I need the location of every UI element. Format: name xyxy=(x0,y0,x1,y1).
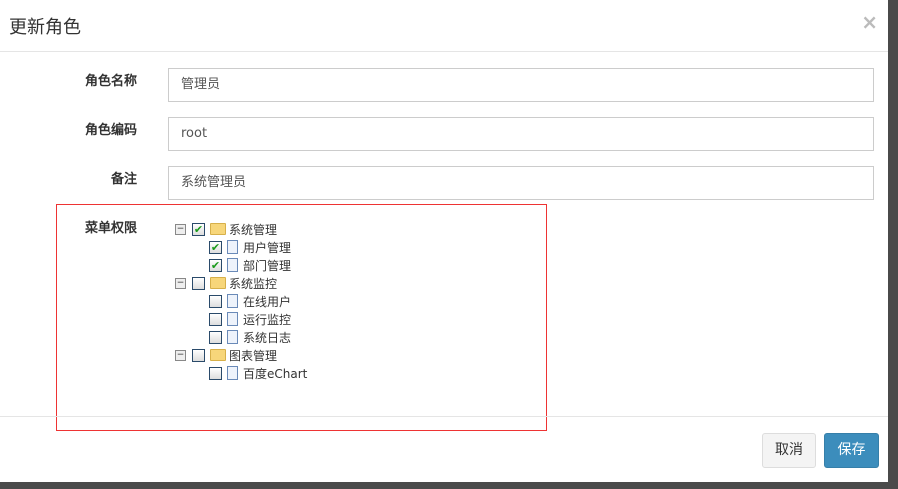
file-icon xyxy=(227,240,238,254)
file-icon xyxy=(227,366,238,380)
dialog-footer xyxy=(0,416,888,417)
tree-leaf[interactable]: 系统日志 xyxy=(209,328,307,346)
tree-leaf[interactable]: 在线用户 xyxy=(209,292,307,310)
remark-input[interactable]: 系统管理员 xyxy=(168,166,874,200)
tree-leaf-label[interactable]: 用户管理 xyxy=(243,239,291,256)
collapse-toggle-icon[interactable]: − xyxy=(175,223,186,235)
tree-node[interactable]: − ✔ 系统管理 xyxy=(175,220,307,238)
tree-node-label[interactable]: 图表管理 xyxy=(229,347,277,364)
tree-node[interactable]: − 图表管理 xyxy=(175,346,307,364)
checkbox[interactable]: ✔ xyxy=(209,258,222,272)
role-code-label: 角色编码 xyxy=(84,123,137,138)
close-icon[interactable]: × xyxy=(861,10,878,34)
folder-icon xyxy=(210,223,226,235)
checkbox[interactable] xyxy=(209,312,222,326)
tree-leaf-label[interactable]: 在线用户 xyxy=(243,293,291,310)
tree-leaf-label[interactable]: 部门管理 xyxy=(243,257,291,274)
cancel-button[interactable]: 取消 xyxy=(762,433,816,468)
remark-label: 备注 xyxy=(110,172,137,187)
dialog-title: 更新角色 xyxy=(9,17,81,38)
checkbox[interactable]: ✔ xyxy=(209,240,222,254)
file-icon xyxy=(227,294,238,308)
role-code-input[interactable]: root xyxy=(168,117,874,151)
tree-node-label[interactable]: 系统管理 xyxy=(229,221,277,238)
collapse-toggle-icon[interactable]: − xyxy=(175,277,186,289)
tree-leaf[interactable]: ✔ 用户管理 xyxy=(209,238,307,256)
checkbox[interactable] xyxy=(209,366,222,380)
tree-leaf-label[interactable]: 百度eChart xyxy=(243,365,307,382)
tree-leaf[interactable]: 运行监控 xyxy=(209,310,307,328)
menu-permission-label: 菜单权限 xyxy=(84,221,137,236)
collapse-toggle-icon[interactable]: − xyxy=(175,349,186,361)
update-role-dialog: 更新角色 × 角色名称 管理员 角色编码 root 备注 系统管理员 菜单权限 … xyxy=(0,0,888,482)
tree-node[interactable]: − 系统监控 xyxy=(175,274,307,292)
checkbox[interactable] xyxy=(192,348,205,362)
tree-leaf[interactable]: 百度eChart xyxy=(209,364,307,382)
menu-permission-tree: − ✔ 系统管理 ✔ 用户管理 ✔ 部门管理 − 系统监控 在线用户 运行监控 系统日志 − 图表管理 百度… xyxy=(175,220,307,382)
file-icon xyxy=(227,330,238,344)
checkbox[interactable]: ✔ xyxy=(192,222,205,236)
file-icon xyxy=(227,312,238,326)
save-button[interactable]: 保存 xyxy=(824,433,879,468)
role-name-input[interactable]: 管理员 xyxy=(168,68,874,102)
dialog-header: 更新角色 × xyxy=(0,0,888,52)
tree-leaf-label[interactable]: 系统日志 xyxy=(243,329,291,346)
role-name-label: 角色名称 xyxy=(84,74,137,89)
tree-node-label[interactable]: 系统监控 xyxy=(229,275,277,292)
folder-icon xyxy=(210,277,226,289)
checkbox[interactable] xyxy=(209,294,222,308)
tree-leaf[interactable]: ✔ 部门管理 xyxy=(209,256,307,274)
checkbox[interactable] xyxy=(209,330,222,344)
checkbox[interactable] xyxy=(192,276,205,290)
folder-icon xyxy=(210,349,226,361)
tree-leaf-label[interactable]: 运行监控 xyxy=(243,311,291,328)
file-icon xyxy=(227,258,238,272)
